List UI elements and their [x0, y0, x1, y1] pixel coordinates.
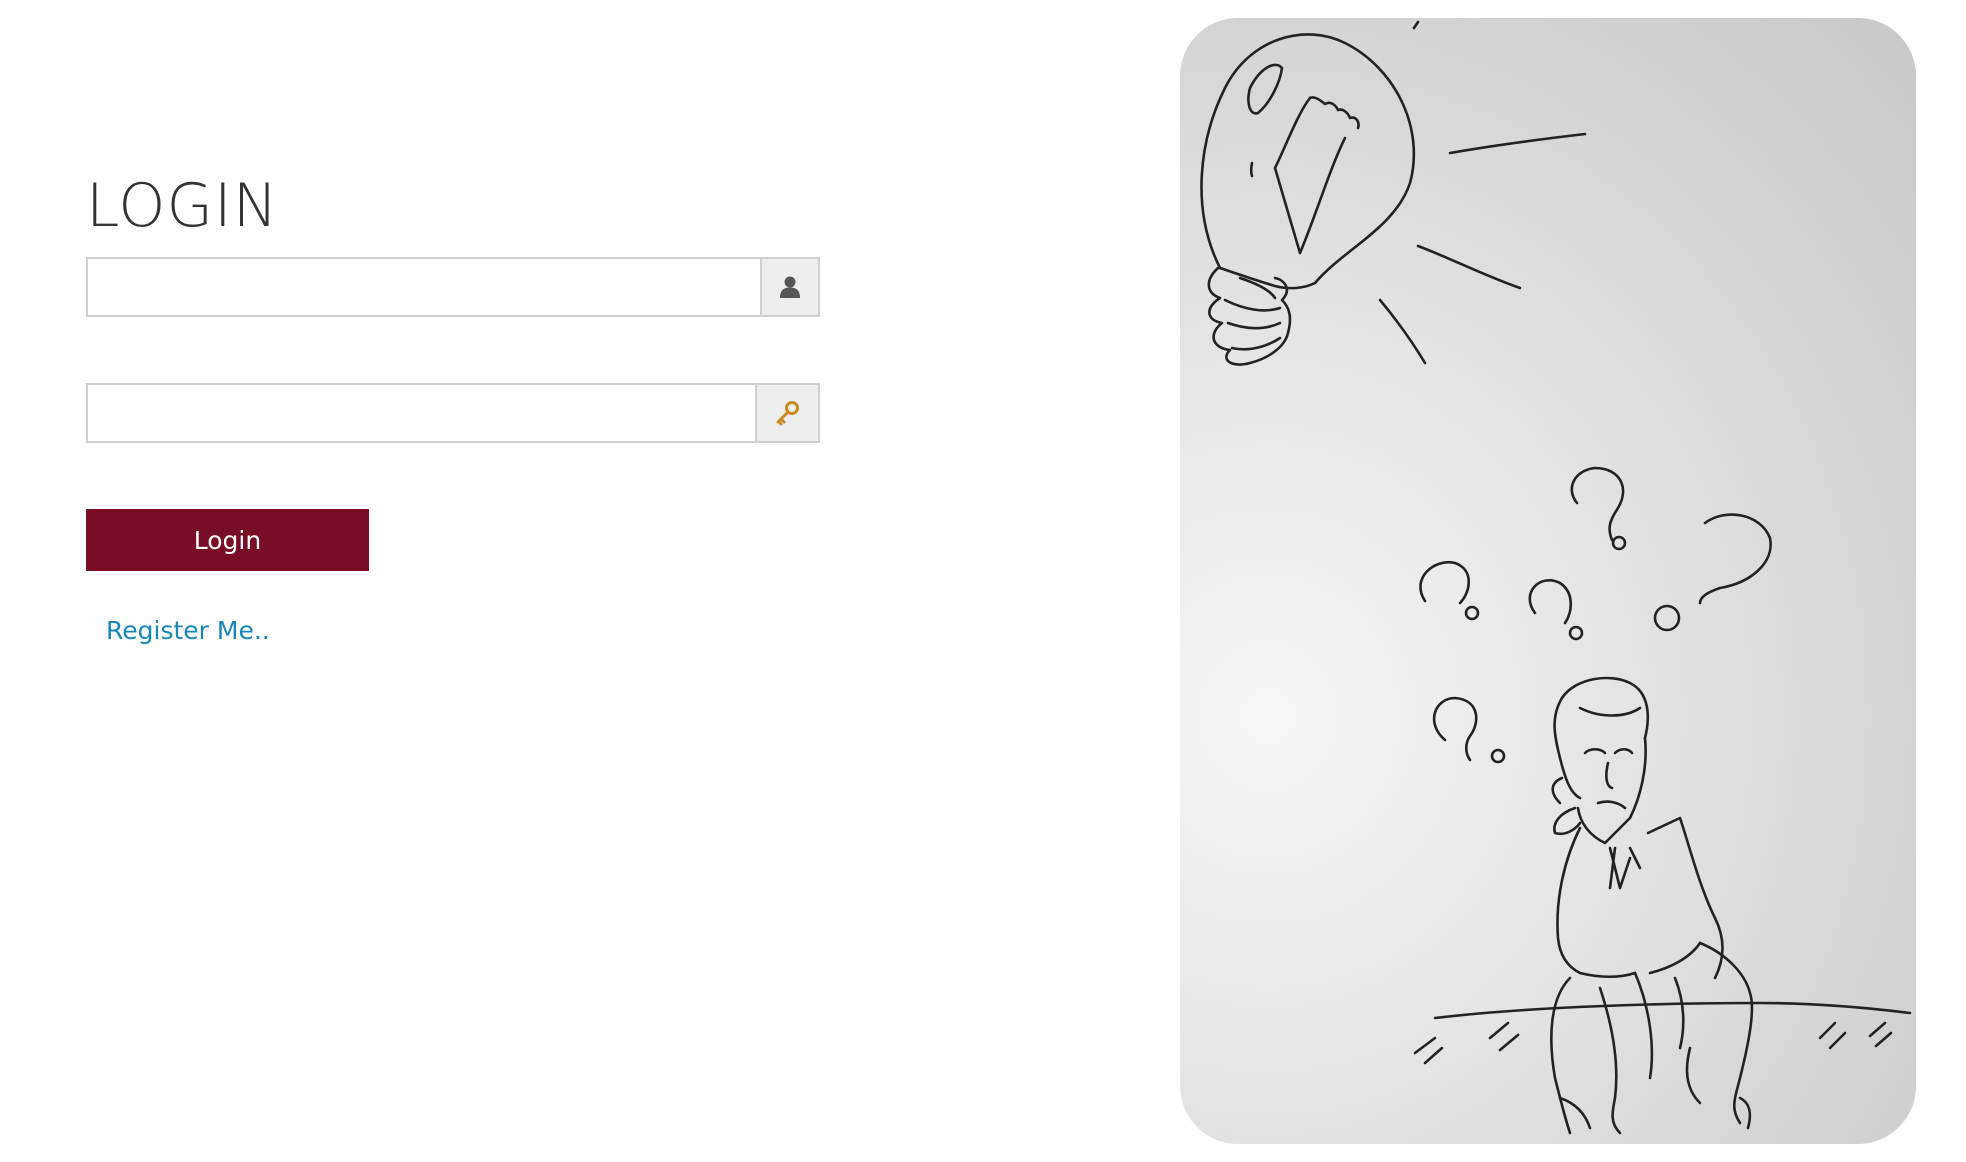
password-input[interactable] [86, 383, 755, 443]
thinking-man-illustration [1180, 18, 1916, 1144]
thinking-man [1413, 676, 1912, 1135]
username-field-group [86, 257, 820, 317]
user-icon [760, 257, 820, 317]
question-marks [1419, 466, 1772, 764]
lightbulb-icon [1200, 33, 1416, 366]
username-input[interactable] [86, 257, 760, 317]
page-title: LOGIN [86, 171, 279, 241]
register-link[interactable]: Register Me.. [106, 616, 270, 645]
key-icon [755, 383, 820, 443]
password-field-group [86, 383, 820, 443]
login-button[interactable]: Login [86, 509, 369, 571]
login-page: LOGIN Login Register Me.. [0, 0, 1966, 1162]
